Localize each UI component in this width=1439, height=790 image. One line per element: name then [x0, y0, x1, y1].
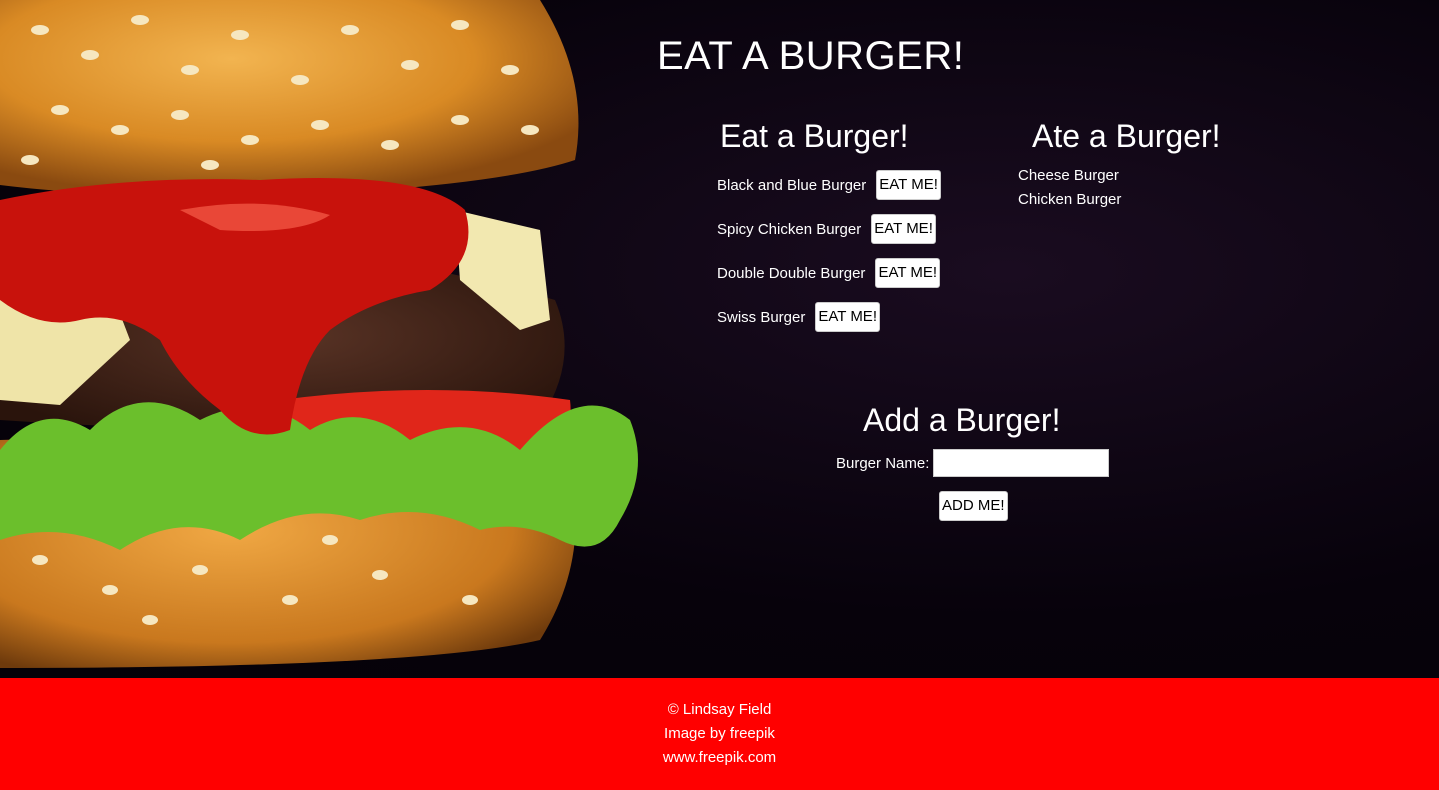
page-title: EAT A BURGER! — [657, 34, 965, 78]
burger-name: Double Double Burger — [717, 264, 866, 282]
eat-me-button[interactable]: EAT ME! — [875, 258, 941, 288]
burger-photo — [0, 0, 638, 668]
eat-me-button[interactable]: EAT ME! — [815, 302, 880, 332]
image-credit-text: Image by freepik — [664, 725, 775, 742]
hero-section: EAT A BURGER! Eat a Burger! Black and Bl… — [0, 0, 1439, 678]
list-item: Swiss Burger EAT ME! — [717, 302, 941, 332]
burger-name-input[interactable] — [933, 449, 1110, 477]
eat-section-heading: Eat a Burger! — [720, 118, 909, 154]
burger-name: Swiss Burger — [717, 308, 806, 326]
add-me-button[interactable]: ADD ME! — [939, 491, 1008, 521]
burger-name: Spicy Chicken Burger — [717, 220, 862, 238]
eat-me-button[interactable]: EAT ME! — [871, 214, 936, 244]
burger-name-label: Burger Name: — [836, 454, 930, 472]
ate-section-heading: Ate a Burger! — [1032, 118, 1221, 154]
copyright-text: © Lindsay Field — [667, 701, 772, 718]
uneaten-burger-list: Black and Blue Burger EAT ME! Spicy Chic… — [717, 170, 941, 346]
list-item: Cheese Burger — [1018, 167, 1119, 184]
add-burger-form: Burger Name: — [836, 449, 1110, 477]
footer: © Lindsay Field Image by freepik www.fre… — [0, 678, 1439, 790]
eat-me-button[interactable]: EAT ME! — [876, 170, 941, 200]
credit-link[interactable]: www.freepik.com — [0, 746, 1439, 770]
burger-name: Black and Blue Burger — [717, 176, 867, 194]
list-item: Chicken Burger — [1018, 191, 1122, 208]
list-item: Spicy Chicken Burger EAT ME! — [717, 214, 941, 244]
list-item: Double Double Burger EAT ME! — [717, 258, 941, 288]
add-section-heading: Add a Burger! — [863, 402, 1061, 438]
eaten-burger-list: Cheese Burger Chicken Burger — [1018, 164, 1121, 212]
list-item: Black and Blue Burger EAT ME! — [717, 170, 941, 200]
